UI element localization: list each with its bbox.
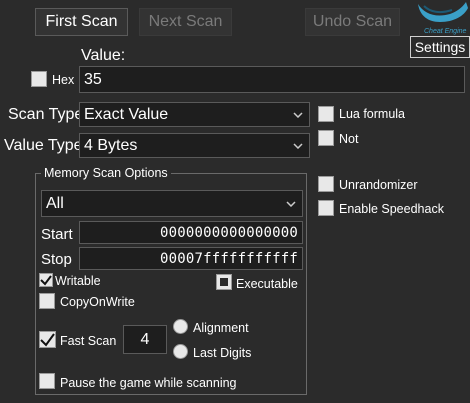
fast-scan-label: Fast Scan: [60, 334, 117, 348]
not-checkbox[interactable]: [318, 130, 334, 146]
scan-type-label: Scan Type: [8, 106, 84, 123]
chevron-down-icon: [286, 200, 296, 207]
fast-scan-checkbox[interactable]: [39, 331, 56, 348]
executable-label: Executable: [236, 277, 298, 291]
cheat-engine-logo: Cheat Engine: [410, 0, 470, 36]
not-label: Not: [339, 132, 359, 146]
memory-region-select[interactable]: All: [41, 190, 303, 217]
scan-type-select[interactable]: Exact Value: [79, 102, 310, 127]
chevron-down-icon: [293, 142, 303, 149]
last-digits-radio[interactable]: [173, 344, 188, 359]
value-type-select[interactable]: 4 Bytes: [79, 133, 310, 158]
alignment-label: Alignment: [193, 321, 249, 335]
enable-speedhack-label: Enable Speedhack: [339, 202, 444, 216]
writable-checkbox[interactable]: [39, 273, 53, 287]
indeterminate-mark-icon: [220, 278, 228, 286]
enable-speedhack-checkbox[interactable]: [318, 200, 334, 216]
start-address-input[interactable]: 0000000000000000: [79, 221, 303, 244]
chevron-down-icon: [293, 111, 303, 118]
last-digits-label: Last Digits: [193, 346, 252, 360]
writable-label: Writable: [55, 274, 101, 288]
stop-label: Stop: [41, 251, 72, 268]
checkmark-icon: [40, 333, 55, 347]
value-type-value: 4 Bytes: [84, 136, 138, 154]
unrandomizer-checkbox[interactable]: [318, 176, 334, 192]
lua-formula-label: Lua formula: [339, 107, 406, 121]
copy-on-write-label: CopyOnWrite: [60, 295, 135, 309]
value-label: Value:: [81, 47, 126, 64]
stop-address-input[interactable]: 00007fffffffffff: [79, 247, 303, 270]
memory-region-value: All: [46, 194, 64, 212]
logo-text: Cheat Engine: [424, 28, 467, 35]
value-type-label: Value Type: [4, 137, 83, 154]
pause-game-label: Pause the game while scanning: [60, 376, 237, 390]
pause-game-checkbox[interactable]: [39, 373, 55, 389]
scan-type-value: Exact Value: [84, 105, 169, 123]
first-scan-button[interactable]: First Scan: [35, 8, 128, 36]
next-scan-button[interactable]: Next Scan: [139, 8, 232, 36]
lua-formula-checkbox[interactable]: [318, 106, 334, 122]
value-input[interactable]: 35: [79, 66, 465, 93]
checkmark-icon: [40, 275, 52, 286]
executable-checkbox[interactable]: [216, 274, 232, 290]
undo-scan-button[interactable]: Undo Scan: [305, 8, 400, 36]
logo-icon: Cheat Engine: [418, 2, 468, 35]
memory-scan-options-title: Memory Scan Options: [41, 166, 171, 180]
alignment-radio[interactable]: [173, 319, 188, 334]
fast-scan-alignment-input[interactable]: 4: [123, 325, 167, 354]
hex-label: Hex: [52, 73, 75, 87]
unrandomizer-label: Unrandomizer: [339, 178, 418, 192]
hex-checkbox[interactable]: [31, 71, 47, 87]
settings-button[interactable]: Settings: [410, 36, 470, 58]
copy-on-write-checkbox[interactable]: [39, 293, 55, 309]
start-label: Start: [41, 226, 73, 243]
